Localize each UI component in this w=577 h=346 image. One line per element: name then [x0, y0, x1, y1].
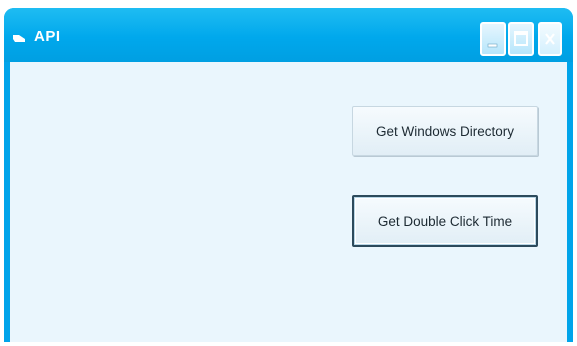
window-app-icon[interactable]: [12, 31, 26, 42]
minimize-button[interactable]: [480, 22, 506, 56]
close-icon: [545, 33, 555, 45]
window-title: API: [34, 28, 61, 45]
app-window: API Get Windows Directory Get Double Cli…: [4, 8, 573, 342]
get-double-click-time-button[interactable]: Get Double Click Time: [352, 195, 538, 247]
maximize-icon: [514, 31, 528, 46]
close-button[interactable]: [538, 22, 562, 56]
title-bar[interactable]: API: [4, 8, 573, 62]
maximize-button[interactable]: [508, 22, 534, 56]
get-windows-directory-button[interactable]: Get Windows Directory: [352, 106, 538, 156]
minimize-icon: [487, 43, 498, 48]
form-client-area: Get Windows Directory Get Double Click T…: [10, 62, 567, 342]
